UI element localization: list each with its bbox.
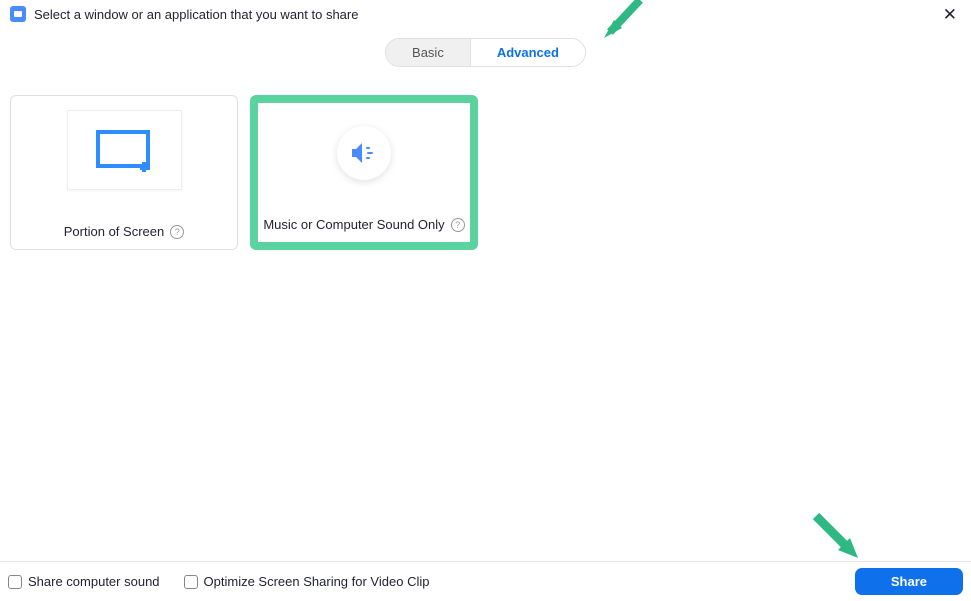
music-preview (307, 117, 422, 189)
tab-advanced[interactable]: Advanced (471, 39, 585, 66)
option-portion-of-screen[interactable]: Portion of Screen ? (10, 95, 238, 250)
zoom-icon (10, 6, 26, 22)
help-icon[interactable]: ? (451, 218, 465, 232)
tab-basic[interactable]: Basic (386, 39, 471, 66)
tabs-container: Basic Advanced (0, 38, 971, 67)
checkbox-label: Optimize Screen Sharing for Video Clip (204, 574, 430, 589)
close-button[interactable]: ✕ (943, 6, 957, 23)
share-button[interactable]: Share (855, 568, 963, 595)
option-label: Portion of Screen (64, 224, 164, 239)
checkbox-optimize-video[interactable]: Optimize Screen Sharing for Video Clip (184, 574, 430, 589)
checkbox-label: Share computer sound (28, 574, 160, 589)
option-music-sound[interactable]: Music or Computer Sound Only ? (250, 95, 478, 250)
header: Select a window or an application that y… (0, 0, 971, 28)
checkbox-share-sound[interactable]: Share computer sound (8, 574, 160, 589)
annotation-arrow-icon (600, 0, 648, 49)
checkbox-icon (8, 575, 22, 589)
options-content: Portion of Screen ? Music or Computer So… (0, 67, 971, 278)
header-title: Select a window or an application that y… (34, 7, 358, 22)
portion-preview (67, 110, 182, 190)
checkbox-icon (184, 575, 198, 589)
help-icon[interactable]: ? (170, 225, 184, 239)
option-label: Music or Computer Sound Only (263, 217, 444, 232)
footer: Share computer sound Optimize Screen Sha… (0, 561, 971, 601)
screen-region-icon (94, 128, 154, 172)
speaker-icon (350, 141, 378, 165)
